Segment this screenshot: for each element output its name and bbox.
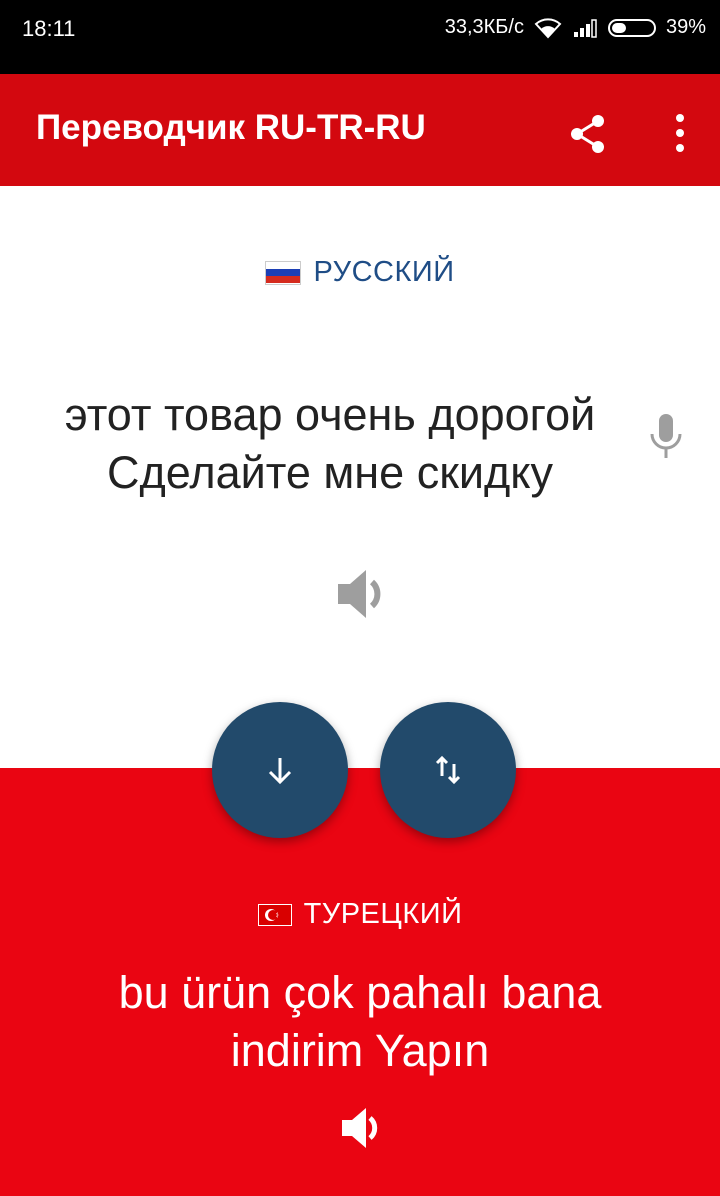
target-panel: ТУРЕЦКИЙ bu ürün çok pahalı bana indirim… xyxy=(0,768,720,1196)
app-bar: Переводчик RU-TR-RU xyxy=(0,74,720,186)
swap-vertical-icon xyxy=(435,755,461,785)
speaker-icon[interactable] xyxy=(340,1104,388,1152)
status-right: 33,3КБ/с 39% xyxy=(445,16,706,39)
wifi-icon xyxy=(534,17,562,38)
app-title: Переводчик RU-TR-RU xyxy=(36,108,426,147)
target-language-label: ТУРЕЦКИЙ xyxy=(303,898,463,930)
source-language-selector[interactable]: РУССКИЙ xyxy=(0,256,720,289)
arrow-down-icon xyxy=(268,758,292,785)
target-text: bu ürün çok pahalı bana indirim Yapın xyxy=(0,964,720,1080)
network-speed: 33,3КБ/с xyxy=(444,16,524,38)
translate-button[interactable] xyxy=(212,702,348,838)
swap-languages-button[interactable] xyxy=(380,702,516,838)
russia-flag-icon xyxy=(265,260,302,285)
signal-icon xyxy=(573,18,597,38)
share-icon[interactable] xyxy=(566,112,610,156)
source-text-line: этот товар очень дорогой xyxy=(64,389,596,440)
target-text-line: bu ürün çok pahalı bana xyxy=(118,967,602,1018)
source-language-label: РУССКИЙ xyxy=(313,256,455,288)
status-time: 18:11 xyxy=(22,16,76,41)
target-text-line: indirim Yapın xyxy=(230,1025,490,1076)
more-vert-icon[interactable] xyxy=(662,110,698,158)
microphone-icon[interactable] xyxy=(646,412,686,462)
source-panel: РУССКИЙ этот товар очень дорогой Сделайт… xyxy=(0,186,720,768)
turkey-flag-icon xyxy=(257,903,292,926)
source-text[interactable]: этот товар очень дорогой Сделайте мне ск… xyxy=(20,386,640,502)
battery-percent: 39% xyxy=(665,16,706,38)
source-text-line: Сделайте мне скидку xyxy=(107,447,553,498)
status-bar: 18:11 33,3КБ/с 39% xyxy=(0,0,720,74)
battery-icon xyxy=(607,18,656,37)
target-language-selector[interactable]: ТУРЕЦКИЙ xyxy=(0,898,720,931)
speaker-icon[interactable] xyxy=(334,566,394,622)
